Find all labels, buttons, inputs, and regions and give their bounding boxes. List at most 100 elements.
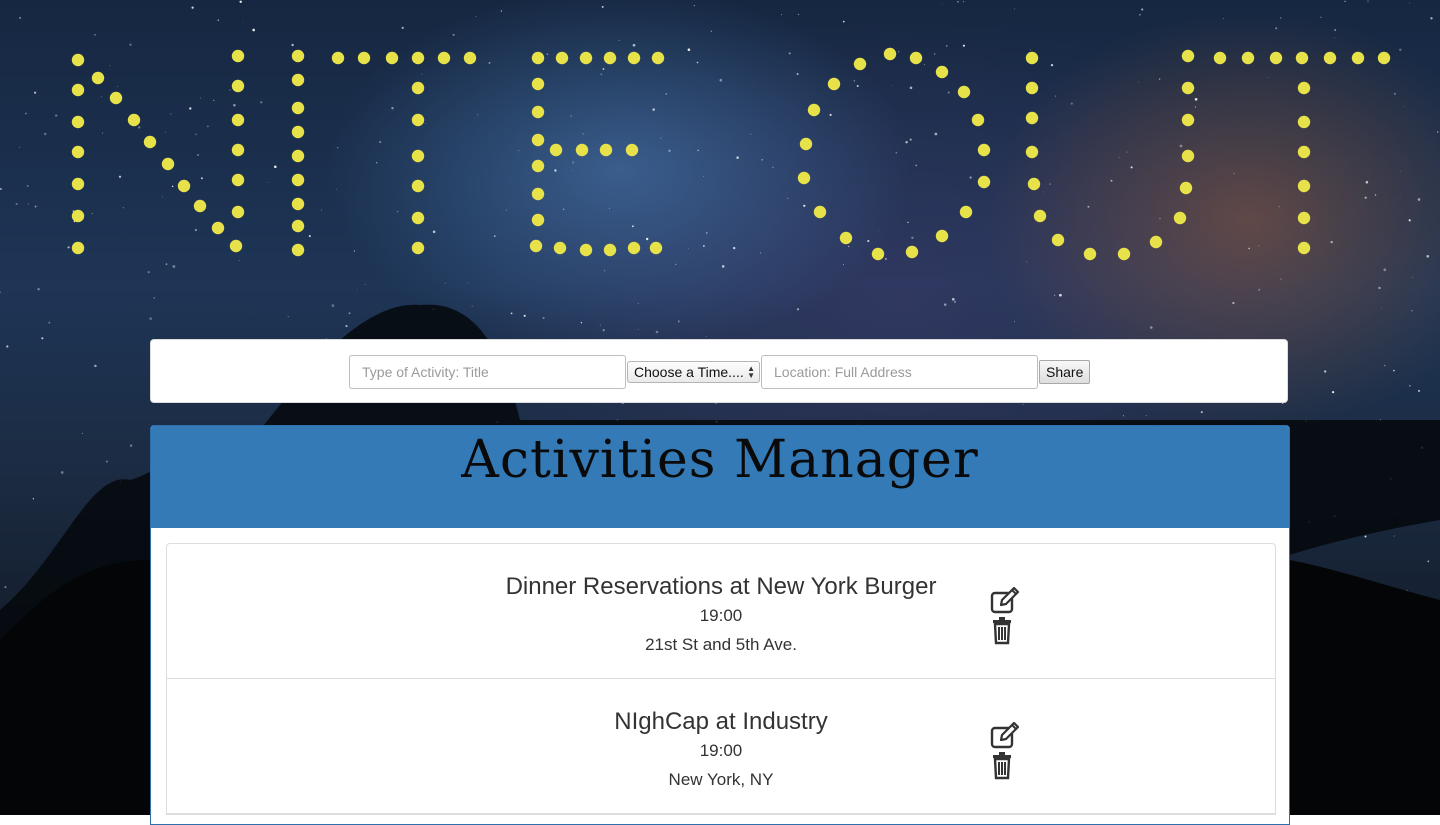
logo-dot xyxy=(177,179,191,193)
activities-list: Dinner Reservations at New York Burger 1… xyxy=(166,543,1276,815)
logo-dot xyxy=(193,199,207,213)
logo-dot xyxy=(575,143,589,157)
trash-icon[interactable] xyxy=(989,751,1021,781)
logo-dot xyxy=(957,85,971,99)
logo-dot xyxy=(231,173,245,187)
activity-actions xyxy=(989,586,1021,646)
logo-dot xyxy=(1149,235,1163,249)
logo-dot xyxy=(231,205,245,219)
logo-dot xyxy=(411,51,425,65)
logo-dot xyxy=(291,125,305,139)
logo-dot xyxy=(1181,49,1195,63)
logo-dot xyxy=(827,77,841,91)
logo-dot xyxy=(599,143,613,157)
logo-dot xyxy=(71,83,85,97)
logo-dot xyxy=(905,245,919,259)
logo-dot xyxy=(411,211,425,225)
select-arrows-icon: ▲ ▼ xyxy=(747,364,755,380)
edit-icon[interactable] xyxy=(989,721,1021,751)
logo-dot xyxy=(411,241,425,255)
logo-letter-t xyxy=(1213,51,1391,255)
logo-dot xyxy=(291,73,305,87)
logo-dot xyxy=(1377,51,1391,65)
edit-icon[interactable] xyxy=(989,586,1021,616)
time-select[interactable]: Choose a Time.... ▲ ▼ xyxy=(627,361,760,383)
logo-dot xyxy=(649,241,663,255)
logo-dot xyxy=(127,113,141,127)
logo-dot xyxy=(385,51,399,65)
logo-dot xyxy=(603,243,617,257)
logo-dot xyxy=(1297,241,1311,255)
logo-dot xyxy=(463,51,477,65)
logo-dot xyxy=(531,51,545,65)
logo-dot xyxy=(291,197,305,211)
logo-dot xyxy=(1083,247,1097,261)
logo-dot xyxy=(91,71,105,85)
logo-dot xyxy=(109,91,123,105)
logo-dot xyxy=(1297,179,1311,193)
logo-dot xyxy=(71,145,85,159)
logo-letter-i xyxy=(291,49,305,257)
trash-icon[interactable] xyxy=(989,616,1021,646)
logo-dot xyxy=(1027,177,1041,191)
logo-dot xyxy=(143,135,157,149)
logo-dot xyxy=(553,241,567,255)
logo-dot xyxy=(1179,181,1193,195)
logo-letter-u xyxy=(1025,49,1195,261)
logo-dot xyxy=(531,77,545,91)
panel-header: Activities Manager xyxy=(151,426,1289,528)
logo-dot xyxy=(797,171,811,185)
logo-dot xyxy=(291,149,305,163)
logo-dot xyxy=(1323,51,1337,65)
location-input[interactable] xyxy=(761,355,1038,389)
logo-dot xyxy=(411,81,425,95)
logo-dot xyxy=(531,213,545,227)
logo-dot xyxy=(71,115,85,129)
logo-dot xyxy=(71,241,85,255)
logo-dot xyxy=(977,175,991,189)
logo-dot xyxy=(229,239,243,253)
logo-dot xyxy=(871,247,885,261)
logo-dot xyxy=(71,53,85,67)
logo-dot xyxy=(625,143,639,157)
logo-dot xyxy=(1025,145,1039,159)
logo-dot xyxy=(231,113,245,127)
form-controls: Choose a Time.... ▲▼ Share xyxy=(349,355,1091,389)
logo-dot xyxy=(71,209,85,223)
logo-dot xyxy=(579,243,593,257)
activity-details: NIghCap at Industry 19:00 New York, NY xyxy=(167,707,1275,790)
logo-dot xyxy=(977,143,991,157)
logo-dot xyxy=(1051,233,1065,247)
nite-out-logo xyxy=(71,47,1391,261)
logo-dot xyxy=(1033,209,1047,223)
activity-time: 19:00 xyxy=(699,606,743,625)
logo-dot xyxy=(231,79,245,93)
logo-dot xyxy=(291,219,305,233)
logo-dot xyxy=(1241,51,1255,65)
logo-dot xyxy=(627,241,641,255)
activity-actions xyxy=(989,721,1021,781)
activity-title: Dinner Reservations at New York Burger xyxy=(505,573,937,600)
logo-dot xyxy=(411,149,425,163)
logo-dot xyxy=(531,187,545,201)
logo-dot xyxy=(291,173,305,187)
logo-dot xyxy=(291,243,305,257)
logo-dot xyxy=(1297,115,1311,129)
logo-dot xyxy=(549,143,563,157)
logo-dot xyxy=(531,133,545,147)
logo-dot xyxy=(1269,51,1283,65)
logo-dot xyxy=(853,57,867,71)
logo-dot xyxy=(411,113,425,127)
logo-dot xyxy=(1351,51,1365,65)
list-item: Dinner Reservations at New York Burger 1… xyxy=(167,544,1275,679)
share-button[interactable]: Share xyxy=(1039,360,1091,384)
activity-details: Dinner Reservations at New York Burger 1… xyxy=(167,572,1275,655)
logo-dot xyxy=(813,205,827,219)
activity-title: NIghCap at Industry xyxy=(614,708,828,735)
activity-title-input[interactable] xyxy=(349,355,626,389)
add-activity-form: Choose a Time.... ▲▼ Share xyxy=(150,339,1288,403)
logo-letter-e xyxy=(529,51,665,257)
logo-dot xyxy=(1173,211,1187,225)
logo-dot xyxy=(211,221,225,235)
logo-dot xyxy=(1297,81,1311,95)
